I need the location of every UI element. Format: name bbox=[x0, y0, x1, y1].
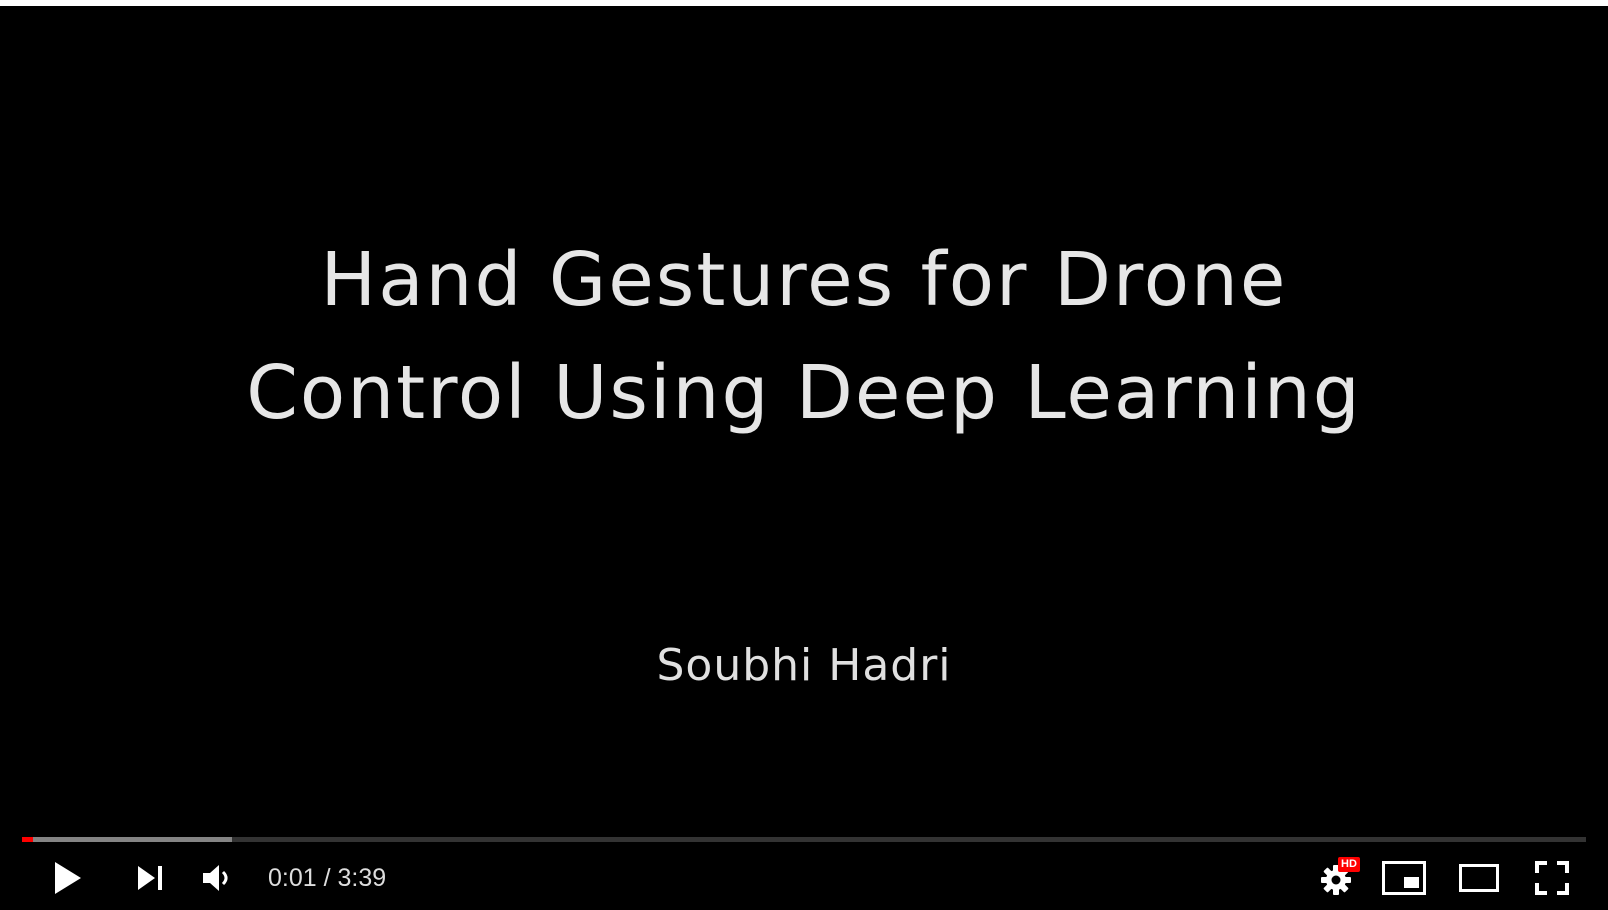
slide-author: Soubhi Hadri bbox=[656, 640, 952, 691]
slide-title-line-1: Hand Gestures for Drone bbox=[320, 237, 1288, 323]
slide-title-line-2: Control Using Deep Learning bbox=[246, 350, 1362, 436]
play-icon bbox=[55, 862, 81, 894]
next-icon bbox=[138, 866, 162, 890]
theater-mode-button[interactable] bbox=[1452, 846, 1506, 910]
time-display: 0:01 / 3:39 bbox=[268, 846, 386, 910]
fullscreen-icon bbox=[1535, 861, 1569, 895]
progress-track bbox=[22, 837, 1586, 842]
volume-button[interactable] bbox=[194, 846, 242, 910]
miniplayer-icon bbox=[1382, 861, 1426, 895]
duration: 3:39 bbox=[337, 863, 387, 892]
current-time: 0:01 bbox=[268, 863, 317, 892]
hd-badge: HD bbox=[1338, 857, 1360, 872]
play-button[interactable] bbox=[44, 846, 92, 910]
settings-button[interactable]: HD bbox=[1308, 846, 1364, 910]
time-separator: / bbox=[316, 863, 338, 892]
theater-mode-icon bbox=[1459, 864, 1499, 892]
video-frame[interactable]: Hand Gestures for Drone Control Using De… bbox=[0, 6, 1608, 910]
progress-played bbox=[22, 837, 33, 842]
next-button[interactable] bbox=[128, 846, 172, 910]
volume-icon bbox=[203, 865, 228, 891]
video-player[interactable]: Hand Gestures for Drone Control Using De… bbox=[0, 6, 1608, 910]
slide-title: Hand Gestures for Drone Control Using De… bbox=[0, 224, 1608, 450]
miniplayer-button[interactable] bbox=[1378, 846, 1430, 910]
player-controls: 0:01 / 3:39 HD bbox=[0, 846, 1608, 910]
fullscreen-button[interactable] bbox=[1526, 846, 1578, 910]
progress-loaded bbox=[22, 837, 232, 842]
progress-bar[interactable] bbox=[22, 835, 1586, 842]
